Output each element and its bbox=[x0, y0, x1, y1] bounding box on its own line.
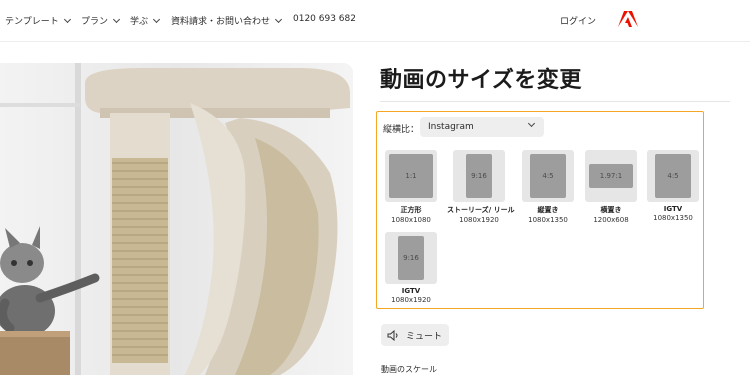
preset-name: 正方形 bbox=[400, 206, 422, 214]
preset-igtv-4-5[interactable]: 4:5 IGTV 1080x1350 bbox=[641, 150, 705, 222]
preset-size: 1200x608 bbox=[593, 216, 629, 224]
aspect-ratio-select-value: Instagram bbox=[428, 122, 474, 132]
aspect-ratio-panel: 縦横比： Instagram 1:1 正方形 1080x1080 9:16 スト… bbox=[376, 111, 704, 309]
ratio-shape: 4:5 bbox=[530, 154, 566, 198]
top-nav: テンプレート プラン 学ぶ 資料請求・お問い合わせ 0120 693 682 ロ… bbox=[0, 0, 750, 42]
chevron-down-icon bbox=[63, 15, 71, 23]
preset-name: ストーリーズ/ リール bbox=[447, 206, 515, 214]
ratio-shape: 4:5 bbox=[655, 154, 691, 198]
preset-ratio: 4:5 bbox=[542, 172, 554, 180]
login-link[interactable]: ログイン bbox=[560, 14, 596, 27]
preset-stories-reels[interactable]: 9:16 ストーリーズ/ リール 1080x1920 bbox=[447, 150, 515, 224]
nav-templates-label: テンプレート bbox=[5, 17, 59, 27]
ratio-shape: 1.97:1 bbox=[589, 164, 633, 188]
ratio-shape: 9:16 bbox=[398, 236, 424, 280]
video-scale-label: 動画のスケール bbox=[381, 365, 437, 374]
nav-plans-label: プラン bbox=[81, 17, 109, 27]
preset-ratio: 1.97:1 bbox=[599, 172, 623, 180]
aspect-ratio-label: 縦横比： bbox=[383, 125, 420, 135]
preset-size: 1080x1920 bbox=[391, 296, 431, 304]
chevron-down-icon bbox=[527, 119, 536, 128]
preset-thumbnail: 4:5 bbox=[647, 150, 699, 202]
preset-igtv-9-16[interactable]: 9:16 IGTV 1080x1920 bbox=[379, 232, 443, 304]
nav-contact[interactable]: 資料請求・お問い合わせ bbox=[171, 14, 283, 27]
chevron-down-icon bbox=[274, 15, 283, 23]
preset-portrait[interactable]: 4:5 縦置き 1080x1350 bbox=[516, 150, 580, 224]
nav-templates[interactable]: テンプレート bbox=[5, 14, 71, 27]
nav-learn[interactable]: 学ぶ bbox=[130, 14, 161, 27]
aspect-ratio-select[interactable]: Instagram bbox=[420, 117, 544, 137]
nav-contact-label: 資料請求・お問い合わせ bbox=[171, 17, 271, 27]
preset-thumbnail: 1:1 bbox=[385, 150, 437, 202]
nav-learn-label: 学ぶ bbox=[130, 17, 149, 27]
page: テンプレート プラン 学ぶ 資料請求・お問い合わせ 0120 693 682 ロ… bbox=[0, 0, 750, 375]
preset-name: IGTV bbox=[663, 205, 683, 213]
preset-square[interactable]: 1:1 正方形 1080x1080 bbox=[379, 150, 443, 224]
ratio-shape: 1:1 bbox=[389, 154, 433, 198]
preset-size: 1080x1080 bbox=[391, 216, 431, 224]
preset-name: 横置き bbox=[600, 206, 622, 214]
chevron-down-icon bbox=[152, 15, 161, 23]
chevron-down-icon bbox=[112, 15, 121, 23]
preset-size: 1080x1920 bbox=[459, 216, 499, 224]
preset-name: IGTV bbox=[401, 287, 421, 295]
cat-tree-kitten-photo-icon bbox=[0, 63, 353, 375]
phone-number: 0120 693 682 bbox=[293, 14, 356, 24]
preset-landscape[interactable]: 1.97:1 横置き 1200x608 bbox=[579, 150, 643, 224]
mute-button[interactable]: ミュート bbox=[381, 324, 449, 346]
preset-thumbnail: 9:16 bbox=[385, 232, 437, 284]
divider bbox=[380, 101, 730, 102]
adobe-logo-icon[interactable] bbox=[618, 11, 638, 27]
ratio-shape: 9:16 bbox=[466, 154, 492, 198]
preset-thumbnail: 9:16 bbox=[453, 150, 505, 202]
preset-name: 縦置き bbox=[537, 206, 559, 214]
speaker-mute-icon bbox=[387, 329, 398, 341]
preset-thumbnail: 4:5 bbox=[522, 150, 574, 202]
preset-size: 1080x1350 bbox=[528, 216, 568, 224]
nav-plans[interactable]: プラン bbox=[81, 14, 121, 27]
preset-thumbnail: 1.97:1 bbox=[585, 150, 637, 202]
preset-ratio: 9:16 bbox=[403, 254, 419, 262]
preset-ratio: 9:16 bbox=[471, 172, 487, 180]
preset-ratio: 1:1 bbox=[405, 172, 417, 180]
video-preview[interactable] bbox=[0, 63, 353, 375]
preset-size: 1080x1350 bbox=[653, 214, 693, 222]
preset-ratio: 4:5 bbox=[667, 172, 679, 180]
mute-label: ミュート bbox=[406, 331, 443, 342]
page-title: 動画のサイズを変更 bbox=[380, 68, 582, 93]
